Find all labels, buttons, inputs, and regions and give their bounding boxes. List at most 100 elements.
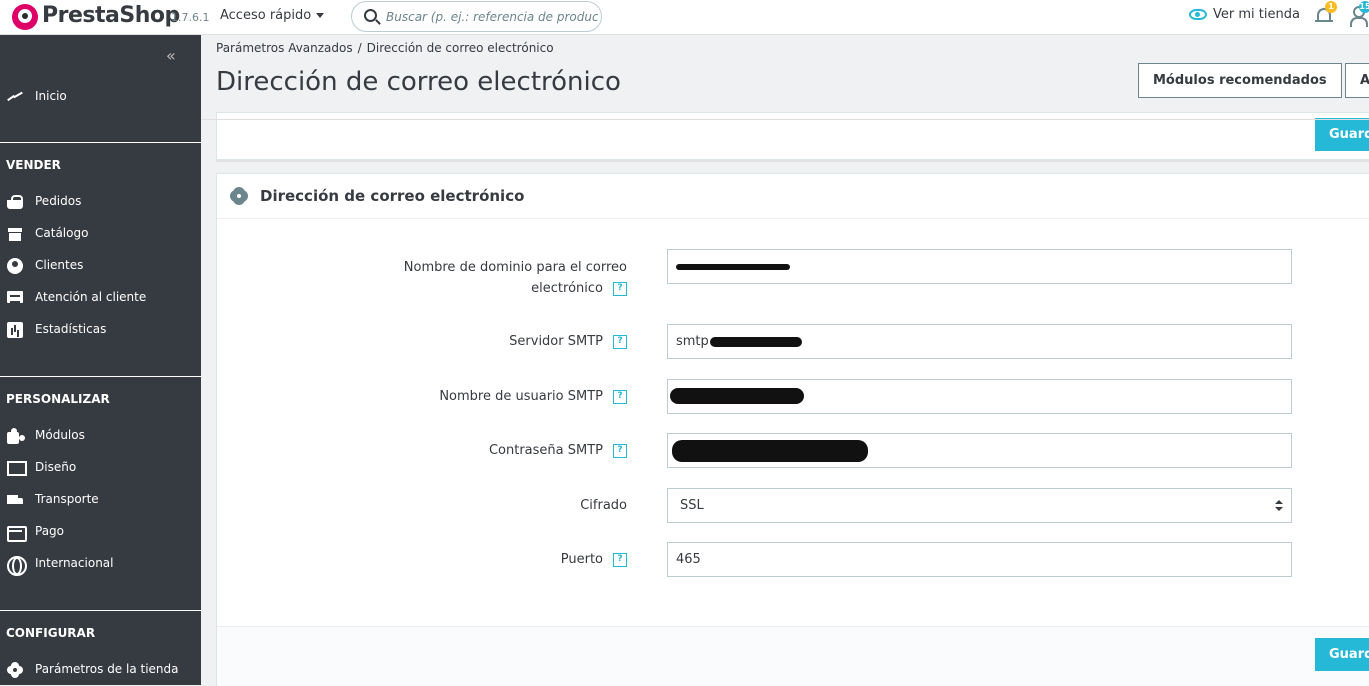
quick-access-label: Acceso rápido <box>220 8 312 23</box>
help-button[interactable]: Ayuda <box>1345 63 1369 98</box>
section-configurar: CONFIGURAR <box>6 626 96 640</box>
help-icon[interactable]: ? <box>613 334 627 349</box>
smtp-server-value: smtp <box>676 334 709 349</box>
sidebar-item-label: Pago <box>35 524 65 538</box>
caret-down-icon <box>316 13 325 18</box>
page-header-divider <box>201 119 1369 120</box>
sidebar-item-label: Estadísticas <box>35 322 107 336</box>
sidebar-item-label: Catálogo <box>35 226 89 240</box>
breadcrumb-item[interactable]: Dirección de correo electrónico <box>367 41 554 55</box>
search-box[interactable] <box>351 1 602 32</box>
notifications-badge: 1 <box>1325 1 1337 13</box>
smtp-password-label: Contraseña SMTP? <box>367 440 627 461</box>
sidebar-divider <box>0 142 201 143</box>
collapse-sidebar-icon[interactable]: « <box>166 46 176 65</box>
credit-card-icon <box>7 524 27 542</box>
chat-icon <box>7 290 23 306</box>
puzzle-icon <box>7 428 23 444</box>
port-label: Puerto? <box>367 549 627 570</box>
sidebar-item-estadisticas[interactable]: Estadísticas <box>0 318 201 342</box>
redaction-scribble <box>676 264 790 270</box>
redaction-scribble <box>670 388 804 404</box>
help-icon[interactable]: ? <box>613 389 627 404</box>
basket-icon <box>7 194 23 210</box>
help-icon[interactable]: ? <box>613 281 627 296</box>
search-icon[interactable] <box>364 9 377 22</box>
smtp-server-field[interactable]: smtp <box>667 324 1292 359</box>
sidebar-item-label: Transporte <box>35 492 99 506</box>
section-personalizar: PERSONALIZAR <box>6 392 110 406</box>
recommended-modules-button[interactable]: Módulos recomendados <box>1138 63 1342 98</box>
quick-access-dropdown[interactable]: Acceso rápido <box>220 8 325 23</box>
save-button-top[interactable]: Guardar <box>1315 118 1369 151</box>
sidebar-item-diseno[interactable]: Diseño <box>0 456 201 480</box>
view-store-label: Ver mi tienda <box>1213 7 1300 22</box>
sidebar-item-pedidos[interactable]: Pedidos <box>0 190 201 214</box>
stats-icon <box>7 322 23 338</box>
save-button[interactable]: Guardar <box>1315 638 1369 671</box>
domain-label: Nombre de dominio para el correo electró… <box>367 257 627 299</box>
select-arrows-icon <box>1275 500 1283 512</box>
sidebar-item-label: Inicio <box>35 89 67 103</box>
port-value: 465 <box>676 552 701 567</box>
sidebar-item-transporte[interactable]: Transporte <box>0 488 201 512</box>
prestashop-logo-icon[interactable] <box>12 4 38 30</box>
help-icon[interactable]: ? <box>613 552 627 567</box>
sidebar-item-label: Clientes <box>35 258 84 272</box>
sidebar-item-label: Parámetros de la tienda <box>35 662 179 676</box>
truck-icon <box>7 492 23 508</box>
redaction-scribble <box>710 337 802 347</box>
sidebar-item-label: Pedidos <box>35 194 82 208</box>
account-circle-icon <box>7 258 23 274</box>
encryption-select[interactable]: SSL <box>667 488 1292 523</box>
sidebar-item-label: Diseño <box>35 460 77 474</box>
brand-name[interactable]: PrestaShop <box>42 3 180 28</box>
sidebar-item-label: Atención al cliente <box>35 290 147 304</box>
sidebar-item-internacional[interactable]: Internacional <box>0 552 201 576</box>
panel-heading: Dirección de correo electrónico <box>217 174 1369 219</box>
smtp-server-label-text: Servidor SMTP <box>509 334 603 349</box>
email-settings-panel: Dirección de correo electrónico Nombre d… <box>216 173 1369 686</box>
sidebar-divider <box>0 610 201 611</box>
monitor-icon <box>7 460 27 476</box>
breadcrumb: Parámetros Avanzados / Dirección de correo… <box>216 41 554 55</box>
sidebar-divider <box>0 376 201 377</box>
page-title: Dirección de correo electrónico <box>216 67 621 97</box>
eye-icon <box>1189 9 1207 20</box>
smtp-server-label: Servidor SMTP? <box>367 331 627 352</box>
sidebar-item-atencion-cliente[interactable]: Atención al cliente <box>0 286 201 310</box>
sidebar-item-modulos[interactable]: Módulos <box>0 424 201 448</box>
breadcrumb-item[interactable]: Parámetros Avanzados <box>216 41 353 55</box>
section-vender: VENDER <box>6 158 61 172</box>
port-field[interactable]: 465 <box>667 542 1292 577</box>
view-store-link[interactable]: Ver mi tienda <box>1189 7 1300 22</box>
breadcrumb-separator: / <box>357 41 362 55</box>
domain-field[interactable] <box>667 249 1292 284</box>
encryption-value: SSL <box>680 498 704 513</box>
store-icon <box>7 226 23 242</box>
help-icon[interactable]: ? <box>613 443 627 458</box>
redaction-scribble <box>672 440 868 462</box>
settings-gear-icon <box>230 187 248 205</box>
smtp-user-field[interactable] <box>667 379 1292 414</box>
employee-badge: 15 <box>1359 1 1369 13</box>
sidebar-item-inicio[interactable]: Inicio <box>0 85 201 109</box>
gear-icon <box>7 662 23 678</box>
smtp-password-label-text: Contraseña SMTP <box>488 443 603 458</box>
sidebar-item-clientes[interactable]: Clientes <box>0 254 201 278</box>
sidebar-item-catalogo[interactable]: Catálogo <box>0 222 201 246</box>
trend-icon <box>7 89 23 105</box>
sidebar-item-parametros-tienda[interactable]: Parámetros de la tienda <box>0 658 201 682</box>
sidebar-item-label: Internacional <box>35 556 114 570</box>
port-label-text: Puerto <box>560 552 603 567</box>
smtp-user-label-text: Nombre de usuario SMTP <box>439 389 603 404</box>
encryption-label: Cifrado <box>580 498 627 513</box>
domain-label-text: Nombre de dominio para el correo electró… <box>403 260 627 296</box>
sidebar-item-pago[interactable]: Pago <box>0 520 201 544</box>
globe-icon <box>7 556 27 576</box>
top-header: PrestaShop 1.7.6.1 Acceso rápido Ver mi … <box>0 0 1369 35</box>
smtp-password-field[interactable] <box>667 433 1292 468</box>
search-input[interactable] <box>384 2 600 31</box>
smtp-user-label: Nombre de usuario SMTP? <box>367 386 627 407</box>
panel-title: Dirección de correo electrónico <box>260 187 525 205</box>
